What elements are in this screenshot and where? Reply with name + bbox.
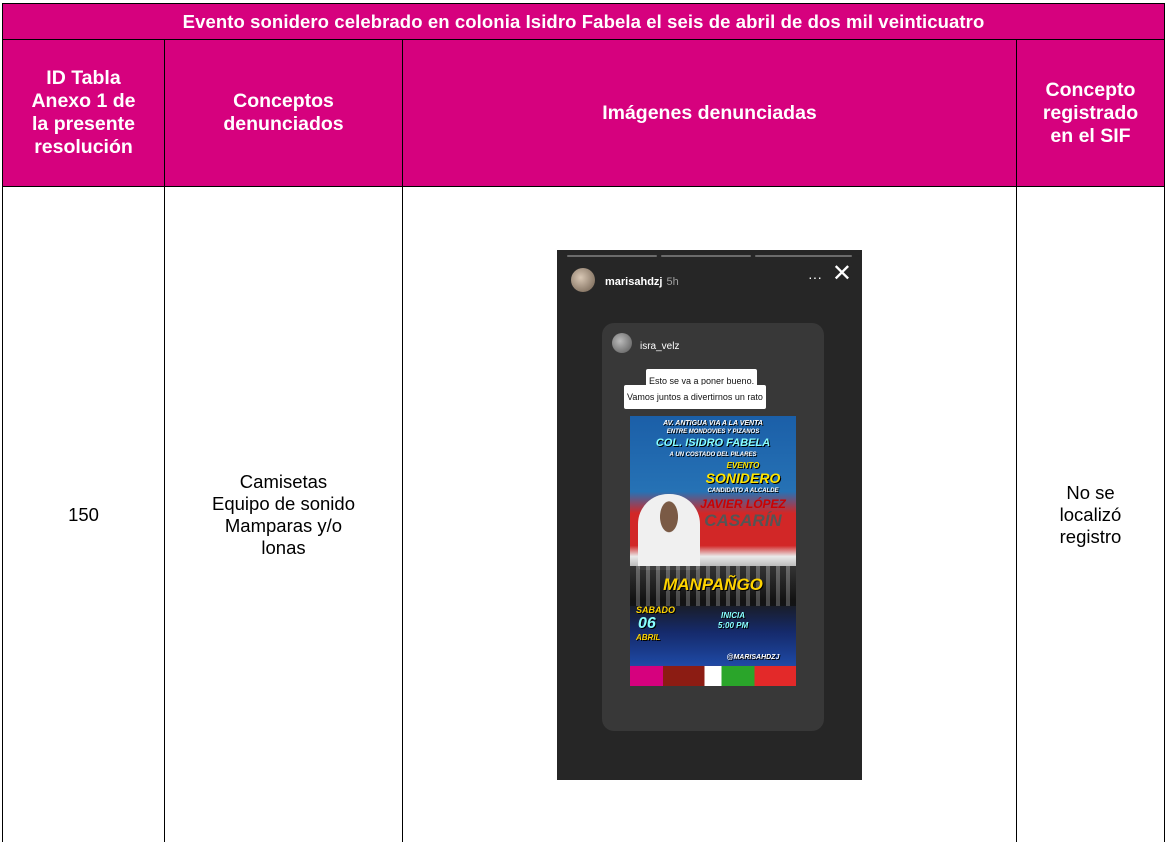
poster-text: 06 xyxy=(638,614,656,632)
header-id-line: la presente xyxy=(32,113,135,135)
header-sif-line: registrado xyxy=(1042,101,1139,124)
sif-status: No se xyxy=(1066,481,1115,503)
party-logos xyxy=(630,665,796,686)
concept-item: Equipo de sonido xyxy=(212,492,355,514)
cell-image: marisahdzj 5h ··· ✕ isra_velz Esto se va … xyxy=(402,186,1017,842)
table-title: Evento sonidero celebrado en colonia Isi… xyxy=(2,3,1165,40)
header-sif-line: en el SIF xyxy=(1050,124,1131,147)
poster-text: SONIDERO xyxy=(705,469,781,486)
header-concepts-line: denunciados xyxy=(223,113,344,135)
story-progress-bar xyxy=(661,254,751,257)
header-sif-line: Concepto xyxy=(1045,78,1136,101)
poster-text: INICIA xyxy=(721,610,745,620)
sif-status: registro xyxy=(1059,525,1122,547)
poster-text: 5:00 PM xyxy=(717,620,749,630)
poster-text: COL. ISIDRO FABELA xyxy=(655,436,771,449)
resolution-table: Evento sonidero celebrado en colonia Isi… xyxy=(2,3,1165,842)
story-progress-bar xyxy=(567,254,657,257)
row-id: 150 xyxy=(68,503,99,525)
poster-text: CASARÍN xyxy=(704,510,782,530)
story-time: 5h xyxy=(666,275,679,288)
header-images: Imágenes denunciadas xyxy=(402,39,1017,187)
concept-item: Camisetas xyxy=(239,470,328,492)
story-user: marisahdzj 5h xyxy=(605,271,679,293)
poster-text: JAVIER LÓPEZ xyxy=(700,496,786,511)
header-sif: Concepto registrado en el SIF xyxy=(1016,39,1165,187)
cell-sif: No se localizó registro xyxy=(1016,186,1165,842)
header-id: ID Tabla Anexo 1 de la presente resoluci… xyxy=(2,39,165,187)
shared-post: isra_velz Esto se va a poner bueno. Vamo… xyxy=(602,322,824,731)
poster-text: CANDIDATO A ALCALDE xyxy=(707,487,779,494)
event-poster: AV. ANTIGUA VIA A LA VENTA ENTRE MONDOVI… xyxy=(630,415,796,686)
shared-user: isra_velz xyxy=(640,340,680,352)
header-id-line: Anexo 1 de xyxy=(31,90,136,112)
avatar xyxy=(612,332,632,353)
concept-item: Mamparas y/o xyxy=(224,514,343,536)
avatar xyxy=(571,267,595,292)
concept-item: lonas xyxy=(261,536,306,558)
username: marisahdzj xyxy=(605,275,663,288)
poster-text: ENTRE MONDOVIES Y PIZANOS xyxy=(666,428,760,435)
poster-text: EVENTO xyxy=(726,460,760,470)
table-row: 150 Camisetas Equipo de sonido Mamparas … xyxy=(2,186,1165,842)
story-progress-bar xyxy=(755,254,852,257)
story-screenshot: marisahdzj 5h ··· ✕ isra_velz Esto se va … xyxy=(557,249,862,780)
page: Evento sonidero celebrado en colonia Isi… xyxy=(0,0,1166,845)
caption-line: Vamos juntos a divertirnos un rato xyxy=(624,384,766,409)
header-concepts: Conceptos denunciados xyxy=(164,39,403,187)
cell-concepts: Camisetas Equipo de sonido Mamparas y/o … xyxy=(164,186,403,842)
sif-status: localizó xyxy=(1059,503,1122,525)
more-options-icon: ··· xyxy=(808,268,822,285)
poster-text: @MARISAHDZJ xyxy=(726,653,780,661)
poster-text: A UN COSTADO DEL PILARES xyxy=(669,451,757,458)
header-id-line: resolución xyxy=(34,136,133,158)
poster-text: AV. ANTIGUA VIA A LA VENTA xyxy=(663,419,763,427)
poster-text: ABRIL xyxy=(636,632,661,642)
poster-text: MANPAÑGO xyxy=(663,574,763,594)
header-concepts-line: Conceptos xyxy=(233,90,334,112)
header-id-line: ID Tabla xyxy=(46,67,121,89)
close-icon: ✕ xyxy=(831,259,852,287)
cell-id: 150 xyxy=(2,186,165,842)
